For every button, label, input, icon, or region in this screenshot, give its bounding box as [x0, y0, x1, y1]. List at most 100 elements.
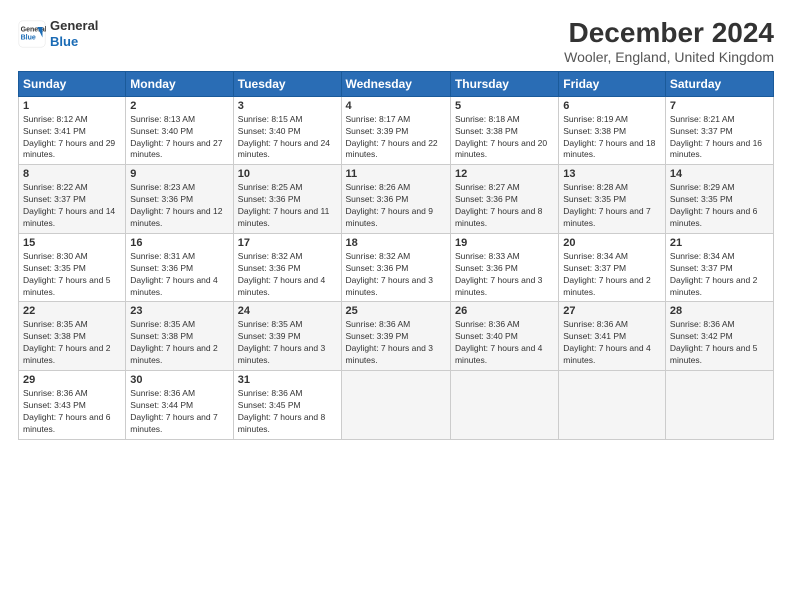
- day-number: 23: [130, 305, 228, 317]
- calendar-week-row: 29 Sunrise: 8:36 AMSunset: 3:43 PMDayligh…: [19, 371, 774, 440]
- day-info: Sunrise: 8:26 AMSunset: 3:36 PMDaylight:…: [346, 182, 446, 230]
- day-info: Sunrise: 8:35 AMSunset: 3:39 PMDaylight:…: [238, 319, 337, 367]
- header: General Blue General Blue December 2024 …: [18, 18, 774, 65]
- calendar-week-row: 15 Sunrise: 8:30 AMSunset: 3:35 PMDayligh…: [19, 233, 774, 302]
- col-thursday: Thursday: [450, 71, 558, 96]
- calendar-cell: [559, 371, 666, 440]
- day-info: Sunrise: 8:19 AMSunset: 3:38 PMDaylight:…: [563, 114, 661, 162]
- calendar-table: Sunday Monday Tuesday Wednesday Thursday…: [18, 71, 774, 440]
- day-info: Sunrise: 8:22 AMSunset: 3:37 PMDaylight:…: [23, 182, 121, 230]
- day-number: 13: [563, 168, 661, 180]
- day-info: Sunrise: 8:36 AMSunset: 3:40 PMDaylight:…: [455, 319, 554, 367]
- day-info: Sunrise: 8:31 AMSunset: 3:36 PMDaylight:…: [130, 251, 228, 299]
- day-info: Sunrise: 8:27 AMSunset: 3:36 PMDaylight:…: [455, 182, 554, 230]
- calendar-cell: 31Sunrise: 8:36 AMSunset: 3:45 PMDayligh…: [233, 371, 341, 440]
- calendar-cell: [665, 371, 773, 440]
- calendar-week-row: 22 Sunrise: 8:35 AMSunset: 3:38 PMDayligh…: [19, 302, 774, 371]
- day-number: 16: [130, 237, 228, 249]
- calendar-cell: 10 Sunrise: 8:25 AMSunset: 3:36 PMDayligh…: [233, 165, 341, 234]
- calendar-cell: 8 Sunrise: 8:22 AMSunset: 3:37 PMDaylight…: [19, 165, 126, 234]
- day-info: Sunrise: 8:17 AMSunset: 3:39 PMDaylight:…: [346, 114, 446, 162]
- calendar-cell: 16 Sunrise: 8:31 AMSunset: 3:36 PMDayligh…: [126, 233, 233, 302]
- day-number: 18: [346, 237, 446, 249]
- calendar-cell: 9Sunrise: 8:23 AMSunset: 3:36 PMDaylight…: [126, 165, 233, 234]
- calendar-cell: 4 Sunrise: 8:17 AMSunset: 3:39 PMDaylight…: [341, 96, 450, 165]
- calendar-cell: 5Sunrise: 8:18 AMSunset: 3:38 PMDaylight…: [450, 96, 558, 165]
- col-saturday: Saturday: [665, 71, 773, 96]
- logo-text-general: General: [50, 18, 98, 34]
- day-info: Sunrise: 8:29 AMSunset: 3:35 PMDaylight:…: [670, 182, 769, 230]
- calendar-cell: 12 Sunrise: 8:27 AMSunset: 3:36 PMDayligh…: [450, 165, 558, 234]
- day-number: 22: [23, 305, 121, 317]
- col-friday: Friday: [559, 71, 666, 96]
- day-info: Sunrise: 8:25 AMSunset: 3:36 PMDaylight:…: [238, 182, 337, 230]
- day-number: 29: [23, 374, 121, 386]
- day-number: 4: [346, 100, 446, 112]
- day-number: 7: [670, 100, 769, 112]
- day-number: 1: [23, 100, 121, 112]
- day-info: Sunrise: 8:32 AMSunset: 3:36 PMDaylight:…: [346, 251, 446, 299]
- calendar-cell: 3 Sunrise: 8:15 AMSunset: 3:40 PMDaylight…: [233, 96, 341, 165]
- location-subtitle: Wooler, England, United Kingdom: [564, 49, 774, 65]
- calendar-cell: 30Sunrise: 8:36 AMSunset: 3:44 PMDayligh…: [126, 371, 233, 440]
- calendar-cell: 13 Sunrise: 8:28 AMSunset: 3:35 PMDayligh…: [559, 165, 666, 234]
- day-number: 9: [130, 168, 228, 180]
- calendar-cell: 15 Sunrise: 8:30 AMSunset: 3:35 PMDayligh…: [19, 233, 126, 302]
- col-wednesday: Wednesday: [341, 71, 450, 96]
- calendar-cell: 20Sunrise: 8:34 AMSunset: 3:37 PMDayligh…: [559, 233, 666, 302]
- day-number: 12: [455, 168, 554, 180]
- day-info: Sunrise: 8:35 AMSunset: 3:38 PMDaylight:…: [130, 319, 228, 367]
- calendar-header-row: Sunday Monday Tuesday Wednesday Thursday…: [19, 71, 774, 96]
- calendar-cell: 26Sunrise: 8:36 AMSunset: 3:40 PMDayligh…: [450, 302, 558, 371]
- day-number: 8: [23, 168, 121, 180]
- calendar-cell: 7 Sunrise: 8:21 AMSunset: 3:37 PMDaylight…: [665, 96, 773, 165]
- day-info: Sunrise: 8:28 AMSunset: 3:35 PMDaylight:…: [563, 182, 661, 230]
- day-number: 25: [346, 305, 446, 317]
- calendar-cell: 25Sunrise: 8:36 AMSunset: 3:39 PMDayligh…: [341, 302, 450, 371]
- day-info: Sunrise: 8:35 AMSunset: 3:38 PMDaylight:…: [23, 319, 121, 367]
- day-number: 15: [23, 237, 121, 249]
- calendar-cell: 19Sunrise: 8:33 AMSunset: 3:36 PMDayligh…: [450, 233, 558, 302]
- day-number: 2: [130, 100, 228, 112]
- calendar-cell: 1 Sunrise: 8:12 AMSunset: 3:41 PMDaylight…: [19, 96, 126, 165]
- title-block: December 2024 Wooler, England, United Ki…: [564, 18, 774, 65]
- calendar-cell: 17 Sunrise: 8:32 AMSunset: 3:36 PMDayligh…: [233, 233, 341, 302]
- day-number: 19: [455, 237, 554, 249]
- svg-text:Blue: Blue: [21, 34, 36, 41]
- day-info: Sunrise: 8:36 AMSunset: 3:44 PMDaylight:…: [130, 388, 228, 436]
- day-info: Sunrise: 8:36 AMSunset: 3:42 PMDaylight:…: [670, 319, 769, 367]
- calendar-cell: 27Sunrise: 8:36 AMSunset: 3:41 PMDayligh…: [559, 302, 666, 371]
- col-sunday: Sunday: [19, 71, 126, 96]
- day-info: Sunrise: 8:18 AMSunset: 3:38 PMDaylight:…: [455, 114, 554, 162]
- day-number: 10: [238, 168, 337, 180]
- calendar-cell: 21Sunrise: 8:34 AMSunset: 3:37 PMDayligh…: [665, 233, 773, 302]
- calendar-cell: [341, 371, 450, 440]
- page: General Blue General Blue December 2024 …: [0, 0, 792, 612]
- col-tuesday: Tuesday: [233, 71, 341, 96]
- day-info: Sunrise: 8:32 AMSunset: 3:36 PMDaylight:…: [238, 251, 337, 299]
- calendar-week-row: 8 Sunrise: 8:22 AMSunset: 3:37 PMDaylight…: [19, 165, 774, 234]
- calendar-cell: 28Sunrise: 8:36 AMSunset: 3:42 PMDayligh…: [665, 302, 773, 371]
- calendar-cell: 18 Sunrise: 8:32 AMSunset: 3:36 PMDayligh…: [341, 233, 450, 302]
- day-info: Sunrise: 8:12 AMSunset: 3:41 PMDaylight:…: [23, 114, 121, 162]
- day-info: Sunrise: 8:21 AMSunset: 3:37 PMDaylight:…: [670, 114, 769, 162]
- day-info: Sunrise: 8:15 AMSunset: 3:40 PMDaylight:…: [238, 114, 337, 162]
- calendar-cell: 23 Sunrise: 8:35 AMSunset: 3:38 PMDayligh…: [126, 302, 233, 371]
- day-number: 31: [238, 374, 337, 386]
- day-number: 6: [563, 100, 661, 112]
- calendar-cell: 6 Sunrise: 8:19 AMSunset: 3:38 PMDaylight…: [559, 96, 666, 165]
- day-info: Sunrise: 8:36 AMSunset: 3:43 PMDaylight:…: [23, 388, 121, 436]
- logo: General Blue General Blue: [18, 18, 98, 49]
- day-number: 17: [238, 237, 337, 249]
- day-info: Sunrise: 8:30 AMSunset: 3:35 PMDaylight:…: [23, 251, 121, 299]
- day-number: 3: [238, 100, 337, 112]
- calendar-cell: 22 Sunrise: 8:35 AMSunset: 3:38 PMDayligh…: [19, 302, 126, 371]
- calendar-cell: [450, 371, 558, 440]
- logo-text-blue: Blue: [50, 34, 98, 50]
- calendar-cell: 29 Sunrise: 8:36 AMSunset: 3:43 PMDayligh…: [19, 371, 126, 440]
- calendar-week-row: 1 Sunrise: 8:12 AMSunset: 3:41 PMDaylight…: [19, 96, 774, 165]
- day-number: 14: [670, 168, 769, 180]
- day-number: 11: [346, 168, 446, 180]
- col-monday: Monday: [126, 71, 233, 96]
- day-info: Sunrise: 8:13 AMSunset: 3:40 PMDaylight:…: [130, 114, 228, 162]
